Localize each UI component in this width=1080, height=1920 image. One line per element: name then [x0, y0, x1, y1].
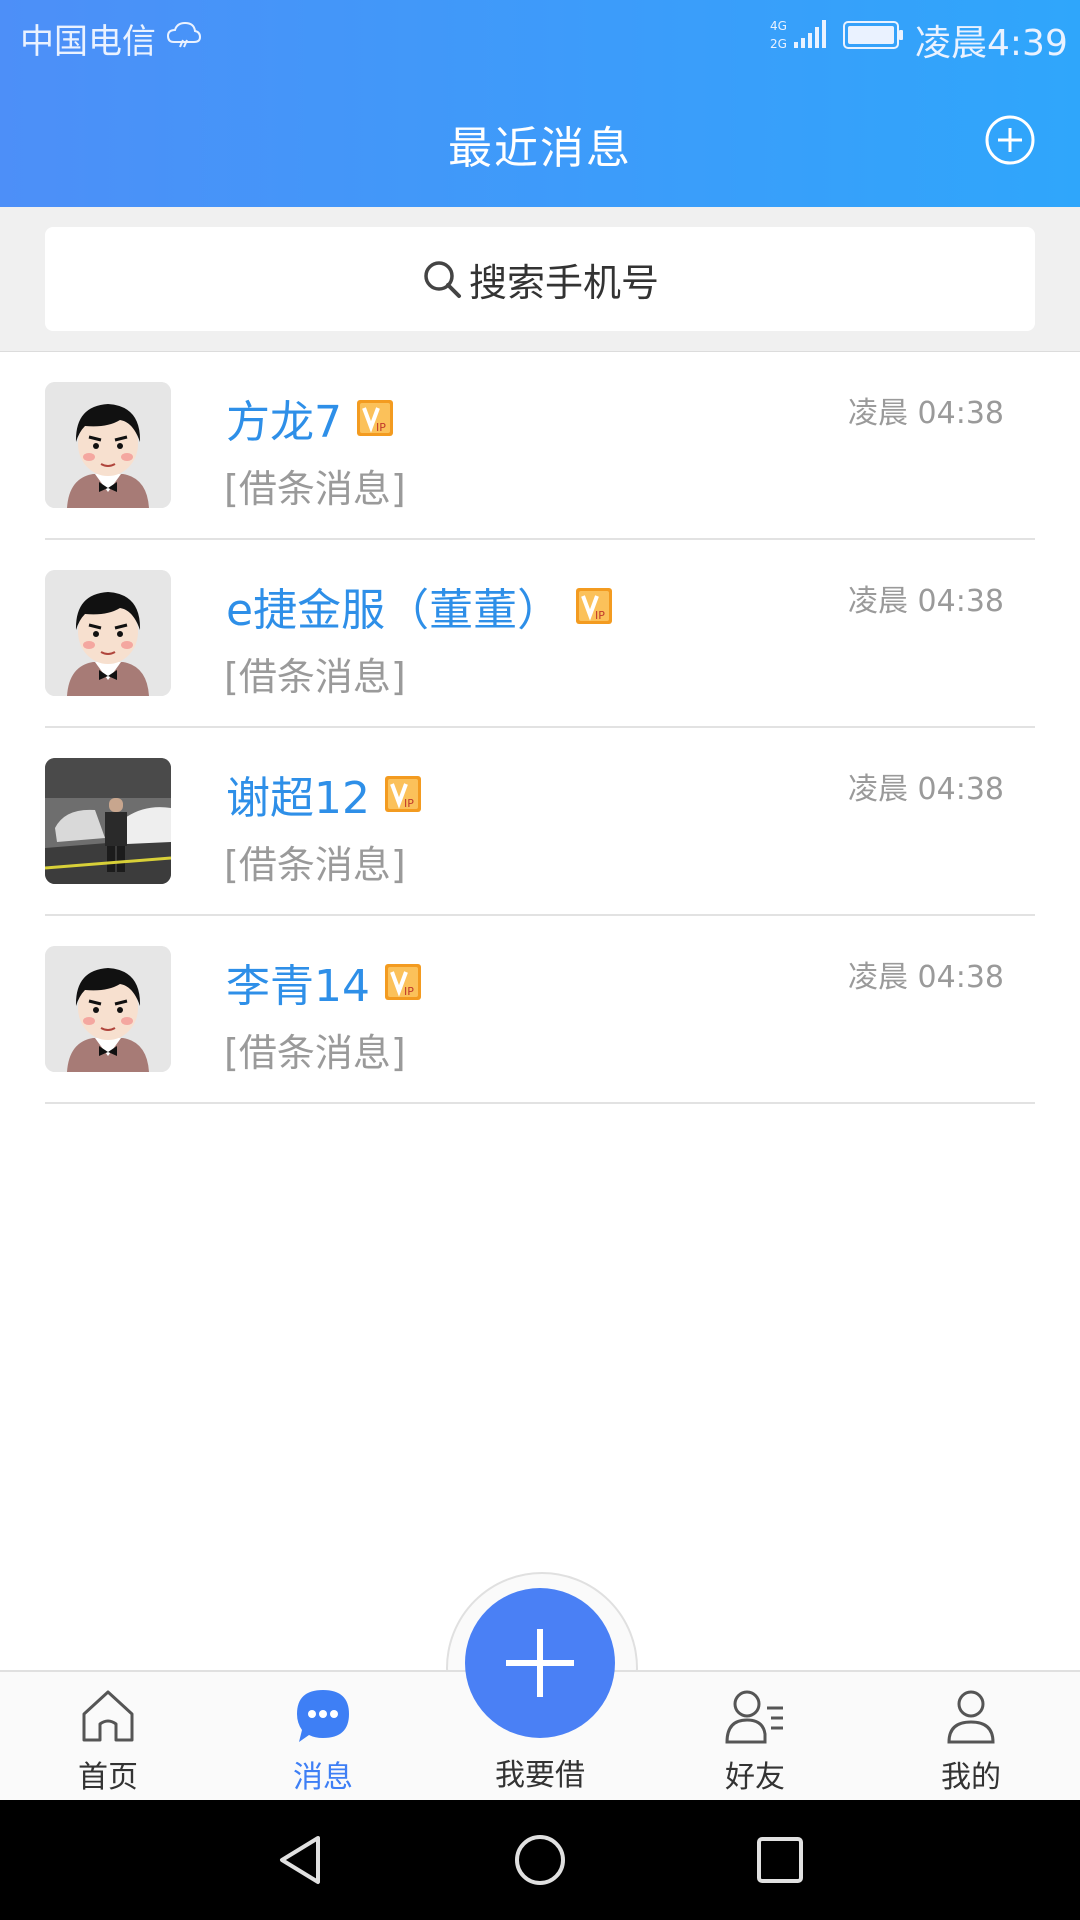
- nav-item-profile[interactable]: 我的: [896, 1672, 1046, 1802]
- search-icon: [424, 261, 461, 298]
- message-time: 凌晨 04:38: [848, 960, 1004, 995]
- signal-icon: 4G 2G: [770, 19, 826, 51]
- home-circle-icon[interactable]: [512, 1832, 568, 1888]
- back-icon[interactable]: [272, 1832, 328, 1888]
- carrier-name: 中国电信: [20, 22, 156, 62]
- message-time: 凌晨 04:38: [848, 396, 1004, 431]
- page-title: 最近消息: [448, 123, 632, 174]
- message-item[interactable]: 谢超12 IP [借条消息] 凌晨 04:38: [0, 728, 1080, 916]
- divider: [45, 1102, 1035, 1104]
- vip-badge-icon: IP: [576, 588, 613, 624]
- message-time: 凌晨 04:38: [848, 584, 1004, 619]
- fab-label: 我要借: [495, 1758, 585, 1793]
- borrow-fab-button[interactable]: [465, 1588, 615, 1738]
- photo-avatar-icon: [45, 758, 171, 884]
- message-preview: [借条消息]: [224, 843, 406, 887]
- recents-square-icon[interactable]: [752, 1832, 808, 1888]
- battery-icon: [843, 21, 903, 49]
- nav-item-friends[interactable]: 好友: [680, 1672, 830, 1802]
- contact-name: 谢超12: [226, 773, 370, 824]
- avatar[interactable]: [45, 758, 171, 884]
- nav-label-profile: 我的: [941, 1760, 1001, 1795]
- system-nav-bar: [0, 1800, 1080, 1920]
- message-item[interactable]: 方龙7 IP [借条消息] 凌晨 04:38: [0, 352, 1080, 540]
- contact-name: 李青14: [226, 961, 370, 1012]
- status-time: 凌晨4:39: [915, 23, 1068, 64]
- vip-badge-icon: IP: [385, 776, 421, 812]
- chat-icon: [297, 1690, 349, 1742]
- cartoon-avatar-icon: [45, 946, 171, 1072]
- message-list: 方龙7 IP [借条消息] 凌晨 04:38 e捷金服（董董） IP [借条消息…: [0, 352, 1080, 1104]
- friends-icon: [725, 1690, 783, 1744]
- avatar[interactable]: [45, 570, 171, 696]
- add-circle-icon[interactable]: [984, 114, 1036, 166]
- message-preview: [借条消息]: [224, 1031, 406, 1075]
- message-item[interactable]: 李青14 IP [借条消息] 凌晨 04:38: [0, 916, 1080, 1104]
- nav-item-home[interactable]: 首页: [33, 1672, 183, 1802]
- svg-text:2G: 2G: [770, 37, 787, 51]
- nav-label-friends: 好友: [725, 1760, 785, 1795]
- avatar[interactable]: [45, 946, 171, 1072]
- app-header: 中国电信 4G 2G 凌晨4:39 最近消息: [0, 0, 1080, 207]
- plus-icon: [506, 1629, 574, 1697]
- home-icon: [82, 1690, 134, 1742]
- message-preview: [借条消息]: [224, 655, 406, 699]
- nav-label-home: 首页: [78, 1760, 138, 1795]
- vip-badge-icon: IP: [385, 964, 421, 1000]
- nav-label-messages: 消息: [293, 1760, 353, 1795]
- message-time: 凌晨 04:38: [848, 772, 1004, 807]
- search-section: 搜索手机号: [0, 207, 1080, 352]
- cartoon-avatar-icon: [45, 570, 171, 696]
- svg-text:IP: IP: [595, 609, 605, 622]
- search-placeholder: 搜索手机号: [468, 260, 659, 305]
- profile-icon: [947, 1690, 995, 1744]
- svg-text:IP: IP: [404, 985, 414, 998]
- svg-text:IP: IP: [376, 421, 386, 434]
- search-input[interactable]: 搜索手机号: [45, 227, 1035, 331]
- contact-name: e捷金服（董董）: [226, 585, 562, 636]
- weather-cloud-icon: [166, 21, 202, 48]
- avatar[interactable]: [45, 382, 171, 508]
- svg-text:4G: 4G: [770, 19, 787, 33]
- status-bar: 中国电信 4G 2G 凌晨4:39: [0, 0, 1080, 70]
- cartoon-avatar-icon: [45, 382, 171, 508]
- contact-name: 方龙7: [226, 397, 342, 448]
- nav-item-messages[interactable]: 消息: [248, 1672, 398, 1802]
- vip-badge-icon: IP: [357, 400, 393, 436]
- message-item[interactable]: e捷金服（董董） IP [借条消息] 凌晨 04:38: [0, 540, 1080, 728]
- svg-text:IP: IP: [404, 797, 414, 810]
- message-preview: [借条消息]: [224, 467, 406, 511]
